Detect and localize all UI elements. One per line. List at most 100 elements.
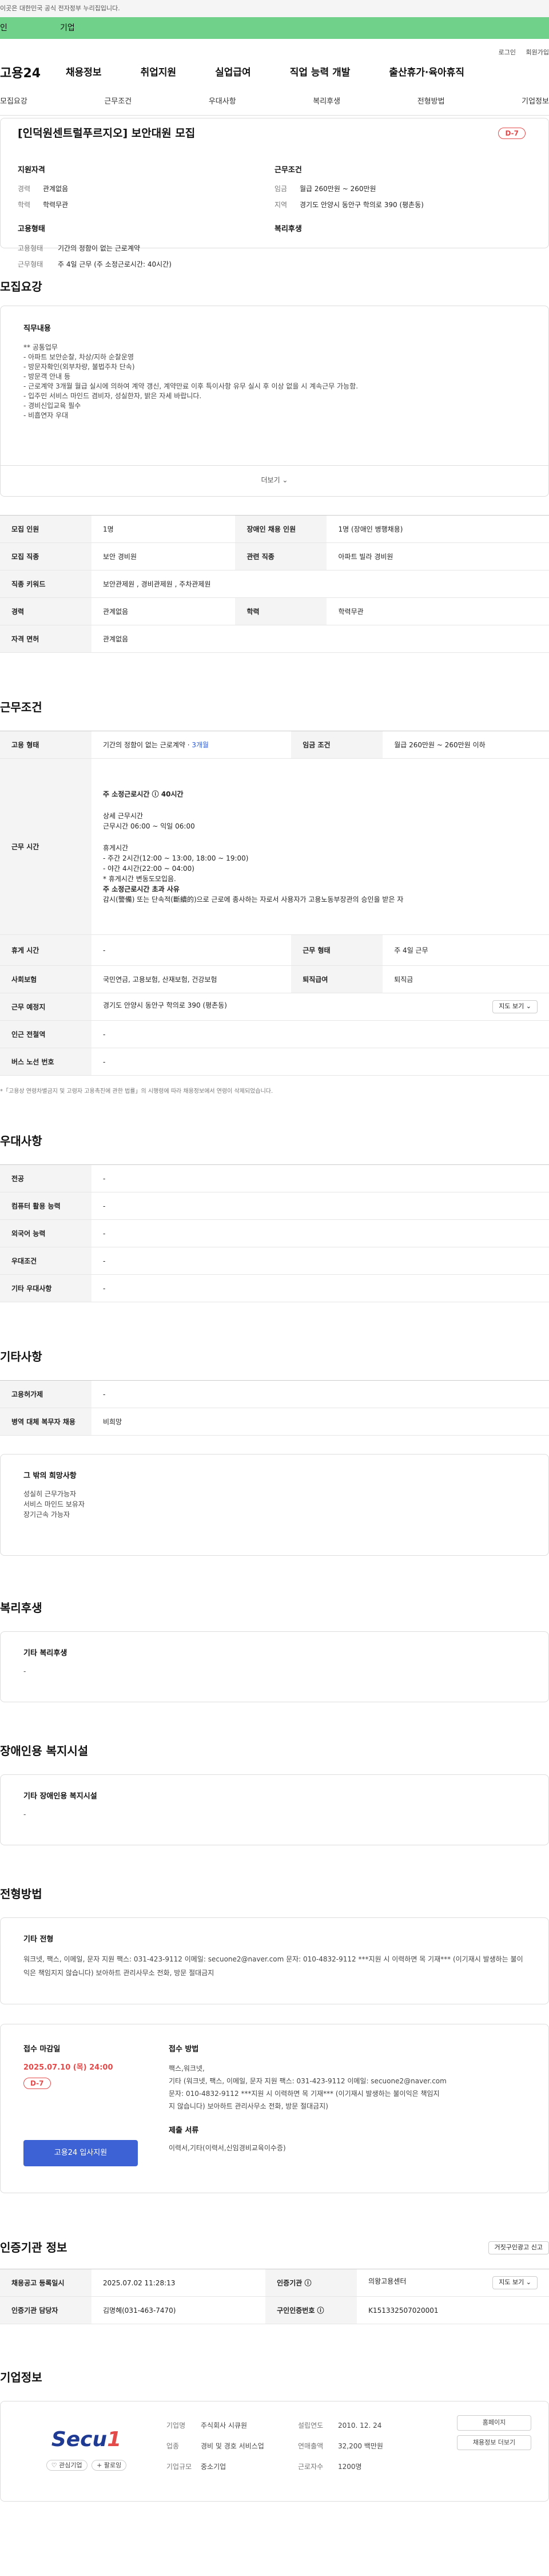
td: 주 4일 근무 bbox=[383, 934, 549, 966]
method-line: 지 않습니다) 보아하트 관리사무소 전화, 방문 절대금지) bbox=[169, 2102, 328, 2110]
gnb-item[interactable]: 채용정보 bbox=[66, 66, 102, 81]
method-line: 팩스,워크넷, bbox=[169, 2064, 205, 2072]
desc-line: - 방문자확인(외부차량, 불법주차 단속) bbox=[23, 362, 135, 371]
desc-line: - 입주민 서비스 마인드 겸비자, 성실한자, 밝은 자세 바랍니다. bbox=[23, 391, 202, 400]
td: 보안 경비원 bbox=[92, 542, 236, 570]
dday-badge: D-7 bbox=[23, 2078, 51, 2089]
td: - bbox=[92, 1192, 549, 1220]
apply-button[interactable]: 고용24 입사지원 bbox=[23, 2140, 138, 2166]
tab-welfare[interactable]: 복리후생 bbox=[313, 96, 340, 108]
map-view-button[interactable]: 지도 보기 ⌄ bbox=[492, 2276, 538, 2289]
hours-line: - 주간 2시간(12:00 ~ 13:00, 18:00 ~ 19:00) bbox=[103, 854, 249, 862]
apply-box: 접수 마감일 2025.07.10 (목) 24:00 D-7 고용24 입사지… bbox=[0, 2024, 549, 2193]
qual-heading: 지원자격 bbox=[18, 165, 45, 175]
th: 설립연도 bbox=[298, 2422, 324, 2430]
th: 인증기관 담당자 bbox=[0, 2296, 92, 2324]
td: 김명혜(031-463-7470) bbox=[92, 2296, 266, 2324]
section-title-method: 전형방법 bbox=[0, 1887, 42, 1901]
td: 아파트 빌라 경비원 bbox=[327, 542, 549, 570]
section-title-conditions: 근무조건 bbox=[0, 700, 42, 714]
favorite-company-button[interactable]: ♡ 관심기업 bbox=[46, 2460, 87, 2471]
th: 기타 우대사항 bbox=[0, 1274, 92, 1302]
follow-button[interactable]: + 팔로잉 bbox=[92, 2460, 127, 2471]
gov-notice: 이곳은 대한민국 공식 전자정부 누리집입니다. bbox=[0, 0, 549, 17]
deadline-heading: 접수 마감일 bbox=[23, 2045, 61, 2054]
th: 자격 면허 bbox=[0, 625, 92, 653]
disabled-facility-box: 기타 장애인용 복지시설 - bbox=[0, 1774, 549, 1845]
kv-key: 고용형태 bbox=[18, 244, 43, 252]
kv-value: 월급 260만원 ~ 260만원 bbox=[300, 185, 376, 193]
dday-badge: D-7 bbox=[498, 128, 526, 139]
contract-period-link[interactable]: 3개월 bbox=[192, 741, 209, 749]
tab-recruit[interactable]: 모집요강 bbox=[0, 96, 27, 108]
box-line: 장기근속 가능자 bbox=[23, 1510, 70, 1519]
welfare-box: 기타 복리후생 - bbox=[0, 1631, 549, 1702]
th: 근무 형태 bbox=[291, 934, 383, 966]
td: 경비 및 경호 서비스업 bbox=[201, 2442, 264, 2450]
th: 채용공고 등록일시 bbox=[0, 2269, 92, 2297]
deadline-value: 2025.07.10 (목) 24:00 bbox=[23, 2063, 113, 2072]
tab-preferences[interactable]: 우대사항 bbox=[209, 96, 236, 108]
site-logo[interactable]: 고용24 bbox=[0, 64, 66, 83]
td: 관계없음 bbox=[92, 597, 236, 625]
td: 보안관제원 , 경비관제원 , 주차관제원 bbox=[92, 570, 549, 598]
company-logo-text: Secu bbox=[51, 2428, 108, 2451]
td: 주식회사 시큐원 bbox=[201, 2422, 248, 2430]
section-title-company: 기업정보 bbox=[0, 2371, 42, 2384]
td: 1200명 bbox=[338, 2463, 362, 2471]
td: 중소기업 bbox=[201, 2463, 226, 2471]
gnb-item[interactable]: 출산휴가·육아휴직 bbox=[389, 66, 464, 81]
td: 2025.07.02 11:28:13 bbox=[92, 2269, 266, 2297]
tab-company[interactable]: 기업정보 bbox=[522, 96, 549, 108]
login-link[interactable]: 로그인 bbox=[499, 49, 516, 56]
docs-heading: 제출 서류 bbox=[169, 2126, 199, 2135]
th: 전공 bbox=[0, 1164, 92, 1192]
user-type-right[interactable]: 기업 bbox=[60, 22, 75, 34]
company-info-table: 기업명 주식회사 시큐원 설립연도 2010. 12. 24 업종 경비 및 경호 서비… bbox=[166, 2415, 383, 2477]
cond-heading: 근무조건 bbox=[274, 165, 302, 175]
section-title-recruit: 모집요강 bbox=[0, 280, 42, 294]
th: 병역 대체 복무자 채용 bbox=[0, 1408, 92, 1436]
th: 컴퓨터 활용 능력 bbox=[0, 1192, 92, 1220]
gnb-item[interactable]: 실업급여 bbox=[215, 66, 251, 81]
td: K151332507020001 bbox=[357, 2296, 549, 2324]
user-type-left[interactable]: 인 bbox=[0, 22, 7, 34]
desc-line: - 경비신입교육 필수 bbox=[23, 401, 81, 410]
more-jobs-button[interactable]: 채용정보 더보기 bbox=[457, 2435, 531, 2450]
td: - bbox=[92, 1048, 549, 1076]
td: 1명 (장애인 병행채용) bbox=[327, 515, 549, 543]
map-view-button[interactable]: 지도 보기 ⌄ bbox=[492, 1000, 538, 1013]
hours-line: 주 소정근로시간 초과 사유 bbox=[103, 885, 180, 893]
gnb-item[interactable]: 직업 능력 개발 bbox=[290, 66, 351, 81]
more-button[interactable]: 더보기 ⌄ bbox=[1, 465, 548, 496]
section-title-auth: 인증기관 정보 bbox=[0, 2241, 67, 2254]
tab-method[interactable]: 전형방법 bbox=[417, 96, 445, 108]
job-title: [인덕원센트럴푸르지오] 보안대원 모집 bbox=[18, 127, 196, 140]
td: 국민연금, 고용보험, 산재보험, 건강보험 bbox=[92, 965, 292, 993]
tab-conditions[interactable]: 근무조건 bbox=[104, 96, 132, 108]
docs-value: 이력서,기타(이력서,신임경비교육이수증) bbox=[169, 2144, 286, 2152]
desc-heading: 직무내용 bbox=[23, 324, 51, 333]
th: 근무 예정지 bbox=[0, 993, 92, 1021]
box-heading: 그 밖의 희망사항 bbox=[23, 1472, 77, 1480]
th: 근무 시간 bbox=[0, 758, 92, 935]
gov-notice-text: 이곳은 대한민국 공식 전자정부 누리집입니다. bbox=[0, 5, 120, 12]
homepage-button[interactable]: 홈페이지 bbox=[457, 2415, 531, 2431]
hours-line: 감시(警備) 또는 단속적(斷續的)으로 근로에 종사하는 자로서 사용자가 고… bbox=[103, 895, 404, 903]
th: 업종 bbox=[166, 2442, 180, 2450]
report-fake-ad-button[interactable]: 거짓구인광고 신고 bbox=[488, 2241, 549, 2254]
th: 장애인 채용 인원 bbox=[235, 515, 327, 543]
gnb-item[interactable]: 취업지원 bbox=[141, 66, 177, 81]
job-summary-card: [인덕원센트럴푸르지오] 보안대원 모집 D-7 지원자격 경력 관계없음 학력 학… bbox=[0, 118, 549, 268]
etc-wish-box: 그 밖의 희망사항 성실히 근무가능자 서비스 마인드 보유자 장기근속 가능자 bbox=[0, 1454, 549, 1556]
kv-value: 기간의 정함이 없는 근로계약 bbox=[58, 244, 140, 252]
kv-value: 주 4일 근무 (주 소정근로시간: 40시간) bbox=[58, 260, 172, 268]
kv-key: 임금 bbox=[274, 185, 288, 193]
box-heading: 기타 복리후생 bbox=[23, 1649, 67, 1658]
td: - bbox=[92, 1247, 549, 1275]
th: 모집 직종 bbox=[0, 542, 92, 570]
join-link[interactable]: 회원가입 bbox=[526, 49, 549, 56]
kv-value: 학력무관 bbox=[43, 201, 69, 209]
td: 2010. 12. 24 bbox=[338, 2422, 382, 2430]
hours-line: 주 소정근로시간 ⓘ 40시간 bbox=[103, 790, 184, 798]
